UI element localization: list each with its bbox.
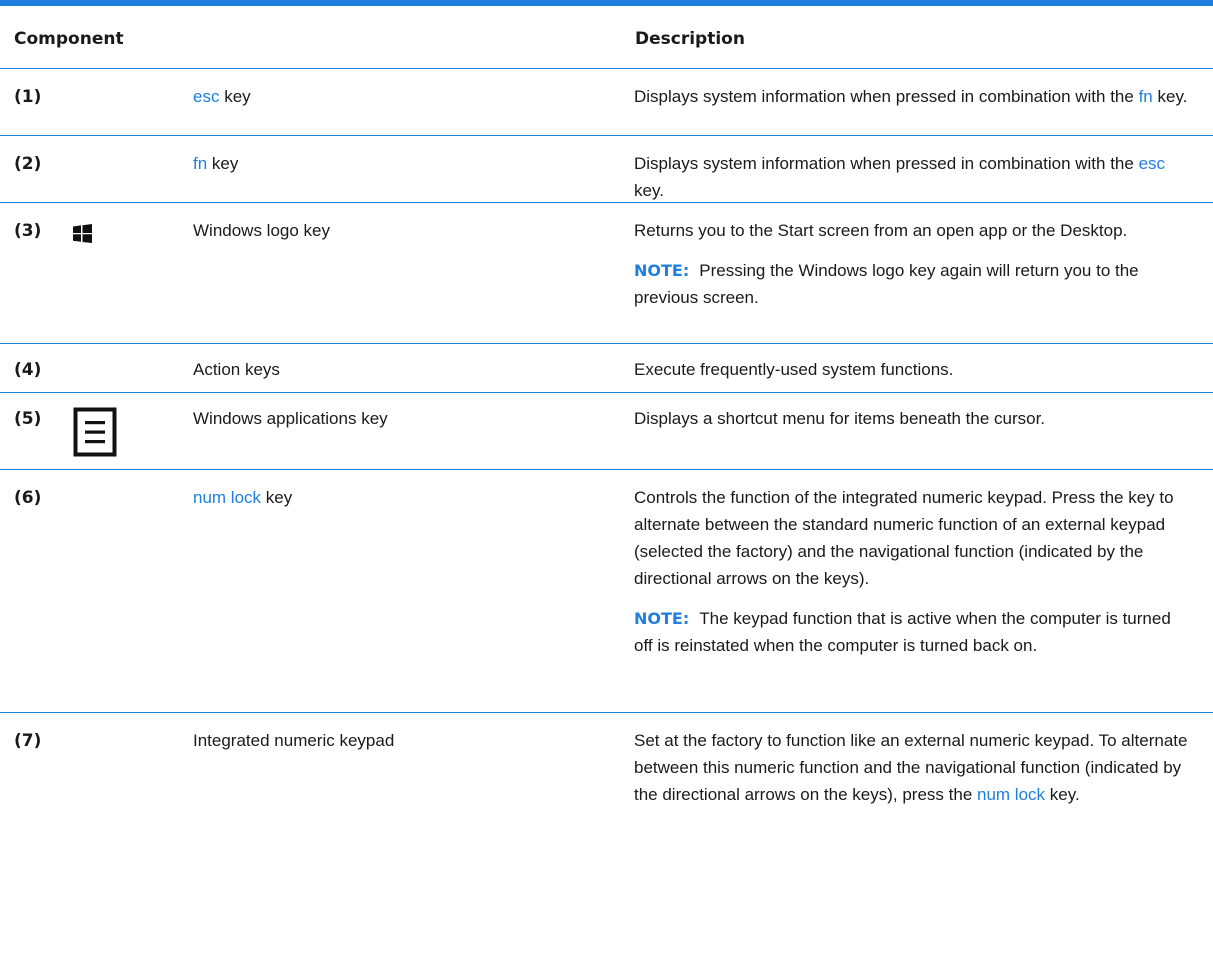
note: NOTE: The keypad function that is active … (634, 609, 1171, 655)
esc-link[interactable]: esc (1139, 154, 1165, 173)
component-description: Returns you to the Start screen from an … (634, 217, 1190, 311)
component-name: num lock key (193, 488, 293, 507)
table-row: (2) fn key Displays system information w… (0, 136, 1213, 203)
table-row: (7) Integrated numeric keypad Set at the… (0, 713, 1213, 843)
component-column-header: Component (14, 29, 124, 49)
applications-menu-icon (73, 407, 117, 457)
component-description: Controls the function of the integrated … (634, 484, 1190, 659)
component-name: esc key (193, 87, 251, 106)
component-name: fn key (193, 154, 239, 173)
esc-link[interactable]: esc (193, 87, 219, 106)
component-description: Displays system information when pressed… (634, 87, 1188, 106)
component-name: Windows applications key (193, 409, 388, 428)
description-column-header: Description (635, 29, 745, 49)
row-number: (4) (14, 360, 42, 380)
component-description: Displays system information when pressed… (634, 154, 1166, 200)
component-name: Windows logo key (193, 221, 331, 240)
fn-link[interactable]: fn (193, 154, 207, 173)
note-label: NOTE: (634, 609, 690, 628)
table-row: (1) esc key Displays system information … (0, 69, 1213, 136)
table-row: (6) num lock key Controls the function o… (0, 470, 1213, 713)
table-header: Component Description (0, 6, 1213, 69)
row-number: (2) (14, 154, 42, 174)
num-lock-link[interactable]: num lock (977, 785, 1045, 804)
component-description: Set at the factory to function like an e… (634, 731, 1188, 804)
row-number: (6) (14, 488, 42, 508)
row-number: (7) (14, 731, 42, 751)
row-number: (3) (14, 221, 42, 241)
table-row: (4) Action keys Execute frequently-used … (0, 344, 1213, 393)
row-number: (5) (14, 409, 42, 429)
component-description: Displays a shortcut menu for items benea… (634, 409, 1046, 428)
component-name: Action keys (193, 360, 280, 379)
note-label: NOTE: (634, 261, 690, 280)
fn-link[interactable]: fn (1139, 87, 1153, 106)
note: NOTE: Pressing the Windows logo key again… (634, 261, 1139, 307)
table-row: (3) Windows logo key Returns you to the … (0, 203, 1213, 344)
num-lock-link[interactable]: num lock (193, 488, 261, 507)
windows-logo-icon (73, 224, 92, 243)
component-description: Execute frequently-used system functions… (634, 360, 954, 379)
table-row: (5) Windows applications key Displays a … (0, 393, 1213, 470)
row-number: (1) (14, 87, 42, 107)
component-name: Integrated numeric keypad (193, 731, 395, 750)
